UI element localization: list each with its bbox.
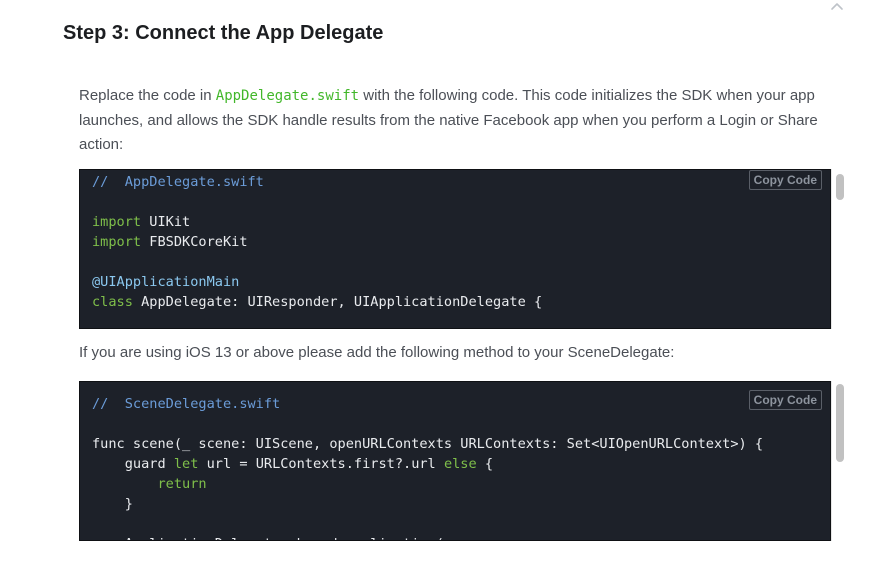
code-token-keyword: import	[92, 214, 142, 230]
code-token-comment: // AppDelegate.swift	[92, 174, 264, 190]
code-line: func scene(_ scene: UIScene, openURLCont…	[92, 434, 763, 454]
intro-text-before: Replace the code in	[79, 87, 216, 104]
code-token-keyword: import	[92, 234, 142, 250]
code-panel-scene-delegate: // SceneDelegate.swift func scene(_ scene…	[79, 381, 847, 541]
vertical-scrollbar[interactable]	[831, 381, 847, 541]
code-token-plain: url = URLContexts.first?.url	[198, 456, 444, 472]
code-line: import FBSDKCoreKit	[92, 232, 542, 252]
code-line: import UIKit	[92, 212, 542, 232]
code-token-plain: FBSDKCoreKit	[141, 234, 248, 250]
step-title: Step 3: Connect the App Delegate	[63, 22, 384, 44]
scrollbar-thumb[interactable]	[836, 174, 844, 200]
code-line: }	[92, 494, 763, 514]
code-line: // SceneDelegate.swift	[92, 394, 763, 414]
code-token-plain: UIKit	[141, 214, 191, 230]
code-token-keyword: return	[92, 476, 207, 492]
inline-code-filename: AppDelegate.swift	[215, 88, 360, 104]
copy-code-button[interactable]: Copy Code	[748, 390, 822, 410]
code-lines: // SceneDelegate.swift func scene(_ scene…	[92, 394, 763, 540]
code-line: // AppDelegate.swift	[92, 172, 542, 192]
code-line: ApplicationDelegate.shared.application(	[92, 534, 763, 540]
intro-paragraph: Replace the code in AppDelegate.swift wi…	[79, 84, 845, 158]
code-token-plain: AppDelegate: UIResponder, UIApplicationD…	[132, 294, 543, 310]
code-line: class AppDelegate: UIResponder, UIApplic…	[92, 292, 542, 312]
code-block-scene-delegate[interactable]: // SceneDelegate.swift func scene(_ scene…	[79, 381, 831, 541]
code-token-plain: guard	[92, 456, 174, 472]
code-block-app-delegate[interactable]: // AppDelegate.swift import UIKit import F…	[79, 169, 831, 329]
vertical-scrollbar[interactable]	[831, 169, 847, 329]
code-token-plain: ApplicationDelegate.shared.application(	[92, 536, 444, 540]
code-line: @UIApplicationMain	[92, 272, 542, 292]
code-token-keyword: else	[443, 456, 477, 472]
code-token-comment: // SceneDelegate.swift	[92, 396, 281, 412]
code-token-keyword: class	[92, 294, 133, 310]
code-token-plain: func scene(_ scene: UIScene, openURLCont…	[92, 436, 764, 452]
code-token-keyword: let	[173, 456, 199, 472]
ios13-note: If you are using iOS 13 or above please …	[79, 344, 675, 361]
code-token-attr: @UIApplicationMain	[92, 274, 240, 290]
chevron-up-icon[interactable]	[829, 0, 845, 12]
code-token-plain: }	[92, 496, 133, 512]
code-line: return	[92, 474, 763, 494]
copy-code-button[interactable]: Copy Code	[748, 170, 822, 190]
code-token-plain: {	[476, 456, 494, 472]
scrollbar-thumb[interactable]	[836, 384, 844, 462]
code-panel-app-delegate: // AppDelegate.swift import UIKit import F…	[79, 169, 847, 329]
code-lines: // AppDelegate.swift import UIKit import F…	[92, 172, 542, 312]
code-line: guard let url = URLContexts.first?.url e…	[92, 454, 763, 474]
